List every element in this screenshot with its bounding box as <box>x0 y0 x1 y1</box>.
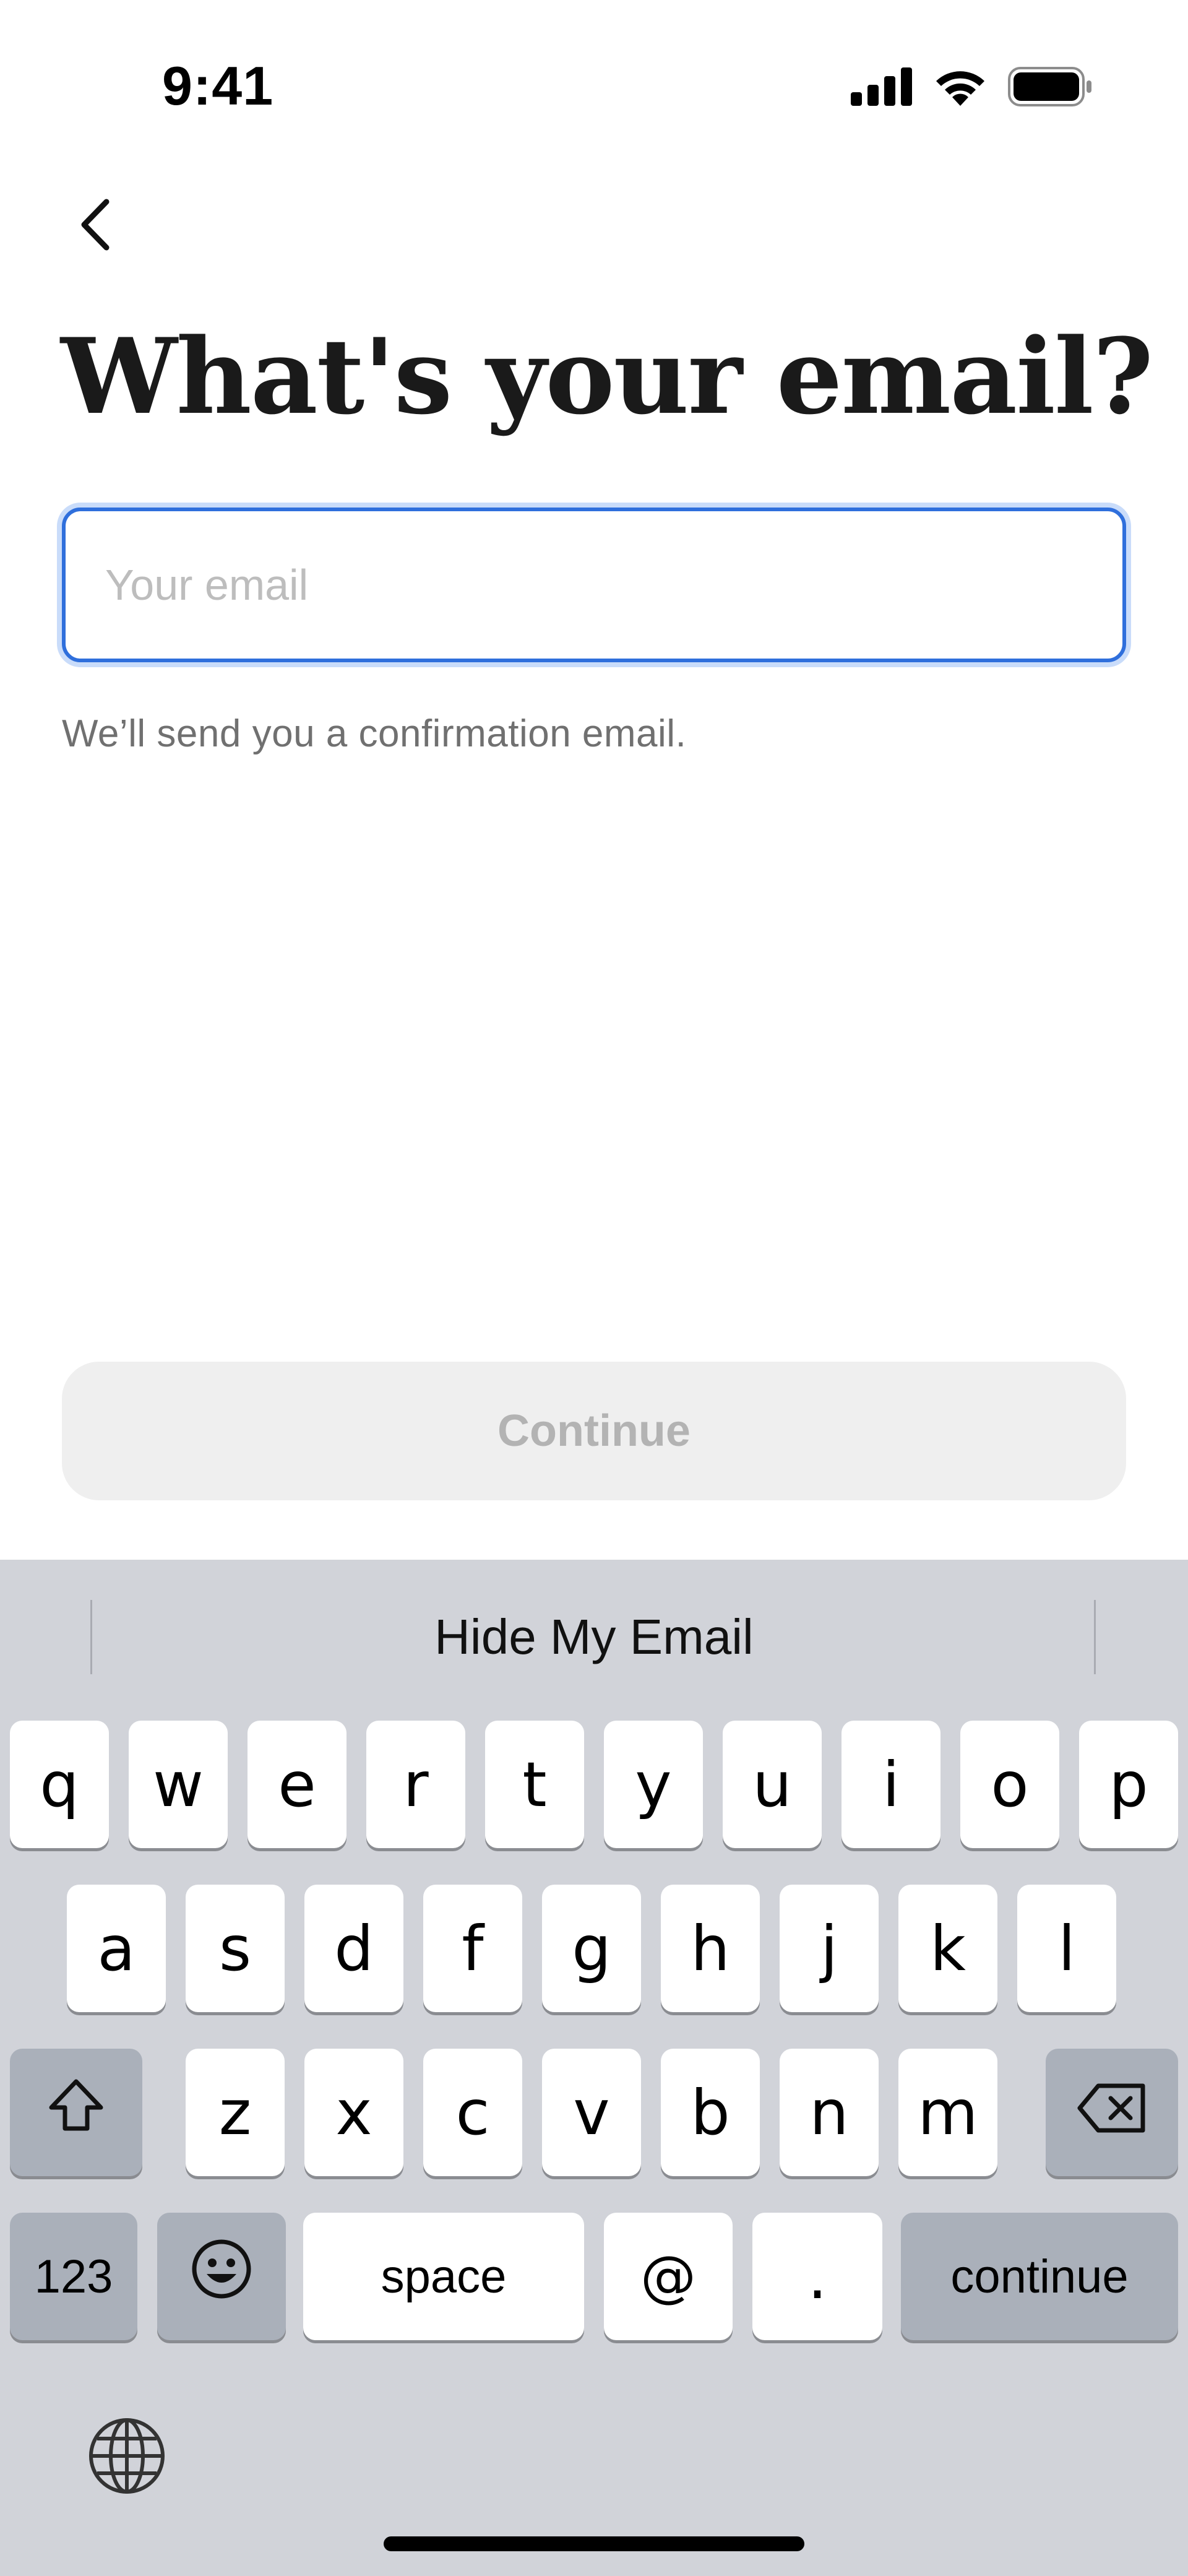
key-r[interactable]: r <box>366 1721 465 1848</box>
key-g[interactable]: g <box>542 1885 641 2012</box>
key-z[interactable]: z <box>186 2049 285 2176</box>
key-y[interactable]: y <box>604 1721 703 1848</box>
keyboard: Hide My Email q w e r t y u i o p a s d … <box>0 1560 1188 2576</box>
email-input[interactable] <box>62 508 1126 662</box>
space-key[interactable]: space <box>303 2213 584 2340</box>
signal-icon <box>851 67 913 109</box>
suggestion-hide-my-email[interactable]: Hide My Email <box>0 1560 1188 1714</box>
wifi-icon <box>932 66 988 110</box>
key-w[interactable]: w <box>129 1721 228 1848</box>
at-key[interactable]: @ <box>604 2213 733 2340</box>
emoji-icon <box>189 2237 254 2316</box>
key-b[interactable]: b <box>661 2049 760 2176</box>
status-time: 9:41 <box>162 55 274 116</box>
key-m[interactable]: m <box>898 2049 997 2176</box>
key-i[interactable]: i <box>842 1721 940 1848</box>
chevron-left-icon <box>74 197 118 256</box>
key-x[interactable]: x <box>304 2049 403 2176</box>
back-button[interactable] <box>62 192 130 260</box>
suggestion-divider <box>1094 1600 1096 1674</box>
battery-icon <box>1008 66 1093 110</box>
status-icons <box>851 63 1093 113</box>
numbers-key[interactable]: 123 <box>10 2213 137 2340</box>
key-e[interactable]: e <box>248 1721 346 1848</box>
continue-button[interactable]: Continue <box>62 1362 1126 1500</box>
backspace-key[interactable] <box>1046 2049 1178 2176</box>
home-indicator <box>384 2536 804 2551</box>
key-o[interactable]: o <box>960 1721 1059 1848</box>
shift-key[interactable] <box>10 2049 142 2176</box>
suggestion-bar: Hide My Email <box>0 1560 1188 1714</box>
key-t[interactable]: t <box>485 1721 584 1848</box>
key-a[interactable]: a <box>67 1885 166 2012</box>
key-c[interactable]: c <box>423 2049 522 2176</box>
key-s[interactable]: s <box>186 1885 285 2012</box>
email-entry-screen: 9:41 What's your email? Your email We’ll… <box>0 0 1188 2576</box>
key-p[interactable]: p <box>1079 1721 1178 1848</box>
key-k[interactable]: k <box>898 1885 997 2012</box>
page-title: What's your email? <box>61 315 1153 438</box>
globe-icon <box>86 2415 168 2500</box>
key-q[interactable]: q <box>10 1721 109 1848</box>
key-d[interactable]: d <box>304 1885 403 2012</box>
key-f[interactable]: f <box>423 1885 522 2012</box>
helper-text: We’ll send you a confirmation email. <box>62 712 687 755</box>
key-u[interactable]: u <box>723 1721 822 1848</box>
backspace-icon <box>1076 2077 1148 2149</box>
key-j[interactable]: j <box>780 1885 879 2012</box>
key-n[interactable]: n <box>780 2049 879 2176</box>
key-l[interactable]: l <box>1017 1885 1116 2012</box>
shift-icon <box>46 2075 106 2150</box>
continue-return-key[interactable]: continue <box>901 2213 1178 2340</box>
emoji-key[interactable] <box>157 2213 286 2340</box>
dot-key[interactable]: . <box>752 2213 882 2340</box>
key-v[interactable]: v <box>542 2049 641 2176</box>
globe-key[interactable] <box>84 2414 170 2500</box>
key-h[interactable]: h <box>661 1885 760 2012</box>
